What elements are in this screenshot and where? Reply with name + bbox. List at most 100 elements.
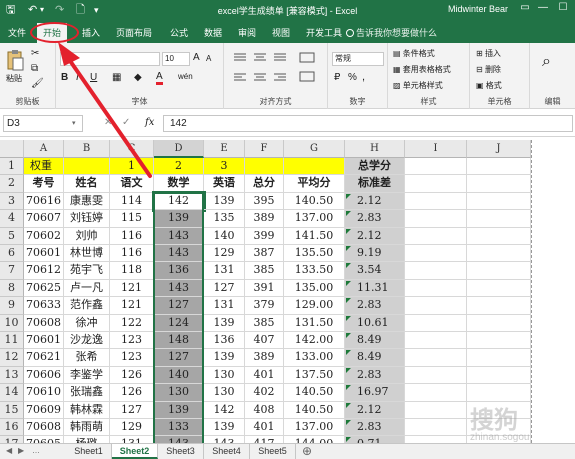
cell-j12[interactable] bbox=[467, 349, 531, 367]
cell-a7[interactable]: 70612 bbox=[24, 262, 64, 280]
cell-e13[interactable]: 130 bbox=[204, 366, 245, 385]
next-sheet-icon[interactable]: ▶ bbox=[18, 446, 24, 455]
cell-j13[interactable] bbox=[467, 366, 531, 385]
column-header-a[interactable]: A bbox=[24, 140, 64, 158]
cell-h10[interactable]: 10.61 bbox=[345, 314, 405, 332]
cell-i2[interactable] bbox=[405, 175, 467, 193]
cell-i9[interactable] bbox=[405, 297, 467, 315]
column-header-b[interactable]: B bbox=[64, 140, 110, 158]
cell-c7[interactable]: 118 bbox=[110, 262, 154, 280]
row-header-3[interactable]: 3 bbox=[0, 192, 24, 211]
cell-c4[interactable]: 115 bbox=[110, 210, 154, 228]
cell-a3[interactable]: 70616 bbox=[24, 192, 64, 211]
cell-h4[interactable]: 2.83 bbox=[345, 210, 405, 228]
cell-e14[interactable]: 130 bbox=[204, 384, 245, 402]
row-header-7[interactable]: 7 bbox=[0, 262, 24, 280]
cell-g8[interactable]: 135.00 bbox=[284, 279, 345, 298]
cell-a16[interactable]: 70608 bbox=[24, 419, 64, 437]
cell-j4[interactable] bbox=[467, 210, 531, 228]
cell-c2[interactable]: 语文 bbox=[110, 175, 154, 193]
phonetic-button[interactable]: wén bbox=[178, 72, 193, 81]
cell-h16[interactable]: 2.83 bbox=[345, 419, 405, 437]
tab-insert[interactable]: 插入 bbox=[82, 26, 100, 39]
cell-e7[interactable]: 131 bbox=[204, 262, 245, 280]
cell-e16[interactable]: 139 bbox=[204, 419, 245, 437]
font-size-select[interactable]: 10 bbox=[162, 52, 190, 66]
number-format-select[interactable]: 常规 bbox=[332, 52, 384, 66]
cell-e3[interactable]: 139 bbox=[204, 192, 245, 211]
format-as-table-button[interactable]: ▦ 套用表格格式 bbox=[393, 64, 451, 75]
accounting-format-icon[interactable]: ₽ bbox=[334, 72, 340, 83]
cell-e12[interactable]: 139 bbox=[204, 349, 245, 367]
cell-b1[interactable] bbox=[64, 158, 110, 176]
cell-f15[interactable]: 408 bbox=[245, 401, 284, 419]
sheet-tab-4[interactable]: Sheet4 bbox=[204, 444, 250, 459]
cell-g9[interactable]: 129.00 bbox=[284, 297, 345, 315]
cell-b2[interactable]: 姓名 bbox=[64, 175, 110, 193]
more-sheets-icon[interactable]: … bbox=[32, 446, 40, 455]
cell-f9[interactable]: 379 bbox=[245, 297, 284, 315]
cell-g15[interactable]: 140.50 bbox=[284, 401, 345, 419]
column-header-h[interactable]: H bbox=[345, 140, 405, 158]
cell-j1[interactable] bbox=[467, 158, 531, 176]
cell-j8[interactable] bbox=[467, 279, 531, 298]
column-header-i[interactable]: I bbox=[405, 140, 467, 158]
cell-a5[interactable]: 70602 bbox=[24, 227, 64, 245]
ribbon-display-icon[interactable]: ▭ bbox=[518, 2, 532, 13]
cell-c16[interactable]: 129 bbox=[110, 419, 154, 437]
row-header-13[interactable]: 13 bbox=[0, 366, 24, 385]
formula-input[interactable]: 142 bbox=[163, 115, 573, 132]
row-header-1[interactable]: 1 bbox=[0, 158, 24, 176]
cell-b4[interactable]: 刘钰婷 bbox=[64, 210, 110, 228]
cell-a10[interactable]: 70608 bbox=[24, 314, 64, 332]
cell-e1[interactable]: 3 bbox=[204, 158, 245, 176]
row-header-16[interactable]: 16 bbox=[0, 419, 24, 437]
row-header-6[interactable]: 6 bbox=[0, 245, 24, 263]
row-header-8[interactable]: 8 bbox=[0, 279, 24, 298]
name-box-dropdown-icon[interactable]: ▾ bbox=[72, 119, 76, 127]
tab-view[interactable]: 视图 bbox=[272, 26, 290, 39]
percent-style-button[interactable]: % bbox=[348, 72, 357, 83]
tell-me-search[interactable]: 告诉我你想要做什么 bbox=[346, 26, 437, 39]
cell-h9[interactable]: 2.83 bbox=[345, 297, 405, 315]
cell-e8[interactable]: 127 bbox=[204, 279, 245, 298]
cell-e11[interactable]: 136 bbox=[204, 332, 245, 350]
cell-c8[interactable]: 121 bbox=[110, 279, 154, 298]
sheet-tab-3[interactable]: Sheet3 bbox=[158, 444, 204, 459]
tab-data[interactable]: 数据 bbox=[204, 26, 222, 39]
cell-b11[interactable]: 沙龙逸 bbox=[64, 332, 110, 350]
column-header-e[interactable]: E bbox=[204, 140, 245, 158]
cell-a6[interactable]: 70601 bbox=[24, 245, 64, 263]
cell-i5[interactable] bbox=[405, 227, 467, 245]
cell-h6[interactable]: 9.19 bbox=[345, 245, 405, 263]
cell-h13[interactable]: 2.83 bbox=[345, 366, 405, 385]
cell-c6[interactable]: 116 bbox=[110, 245, 154, 263]
row-header-5[interactable]: 5 bbox=[0, 227, 24, 245]
cell-c12[interactable]: 123 bbox=[110, 349, 154, 367]
cell-h1[interactable]: 总学分 bbox=[345, 158, 405, 176]
minimize-icon[interactable]: — bbox=[536, 2, 550, 13]
cell-g12[interactable]: 133.00 bbox=[284, 349, 345, 367]
cell-g6[interactable]: 135.50 bbox=[284, 245, 345, 263]
column-header-c[interactable]: C bbox=[110, 140, 154, 158]
copy-icon[interactable]: ⧉ bbox=[31, 63, 38, 74]
cell-i11[interactable] bbox=[405, 332, 467, 350]
cell-i7[interactable] bbox=[405, 262, 467, 280]
row-header-10[interactable]: 10 bbox=[0, 314, 24, 332]
column-header-f[interactable]: F bbox=[245, 140, 284, 158]
cell-i4[interactable] bbox=[405, 210, 467, 228]
cell-j6[interactable] bbox=[467, 245, 531, 263]
cell-g11[interactable]: 142.00 bbox=[284, 332, 345, 350]
row-header-11[interactable]: 11 bbox=[0, 332, 24, 350]
cell-f7[interactable]: 385 bbox=[245, 262, 284, 280]
cell-i16[interactable] bbox=[405, 419, 467, 437]
cell-h14[interactable]: 16.97 bbox=[345, 384, 405, 402]
cell-b14[interactable]: 张瑞鑫 bbox=[64, 384, 110, 402]
font-name-select[interactable] bbox=[60, 52, 160, 66]
cell-i14[interactable] bbox=[405, 384, 467, 402]
paste-button[interactable]: 粘贴 bbox=[6, 73, 22, 84]
cell-f14[interactable]: 402 bbox=[245, 384, 284, 402]
format-cells-button[interactable]: ▣ 格式 bbox=[476, 80, 502, 91]
cell-j9[interactable] bbox=[467, 297, 531, 315]
cell-c9[interactable]: 121 bbox=[110, 297, 154, 315]
